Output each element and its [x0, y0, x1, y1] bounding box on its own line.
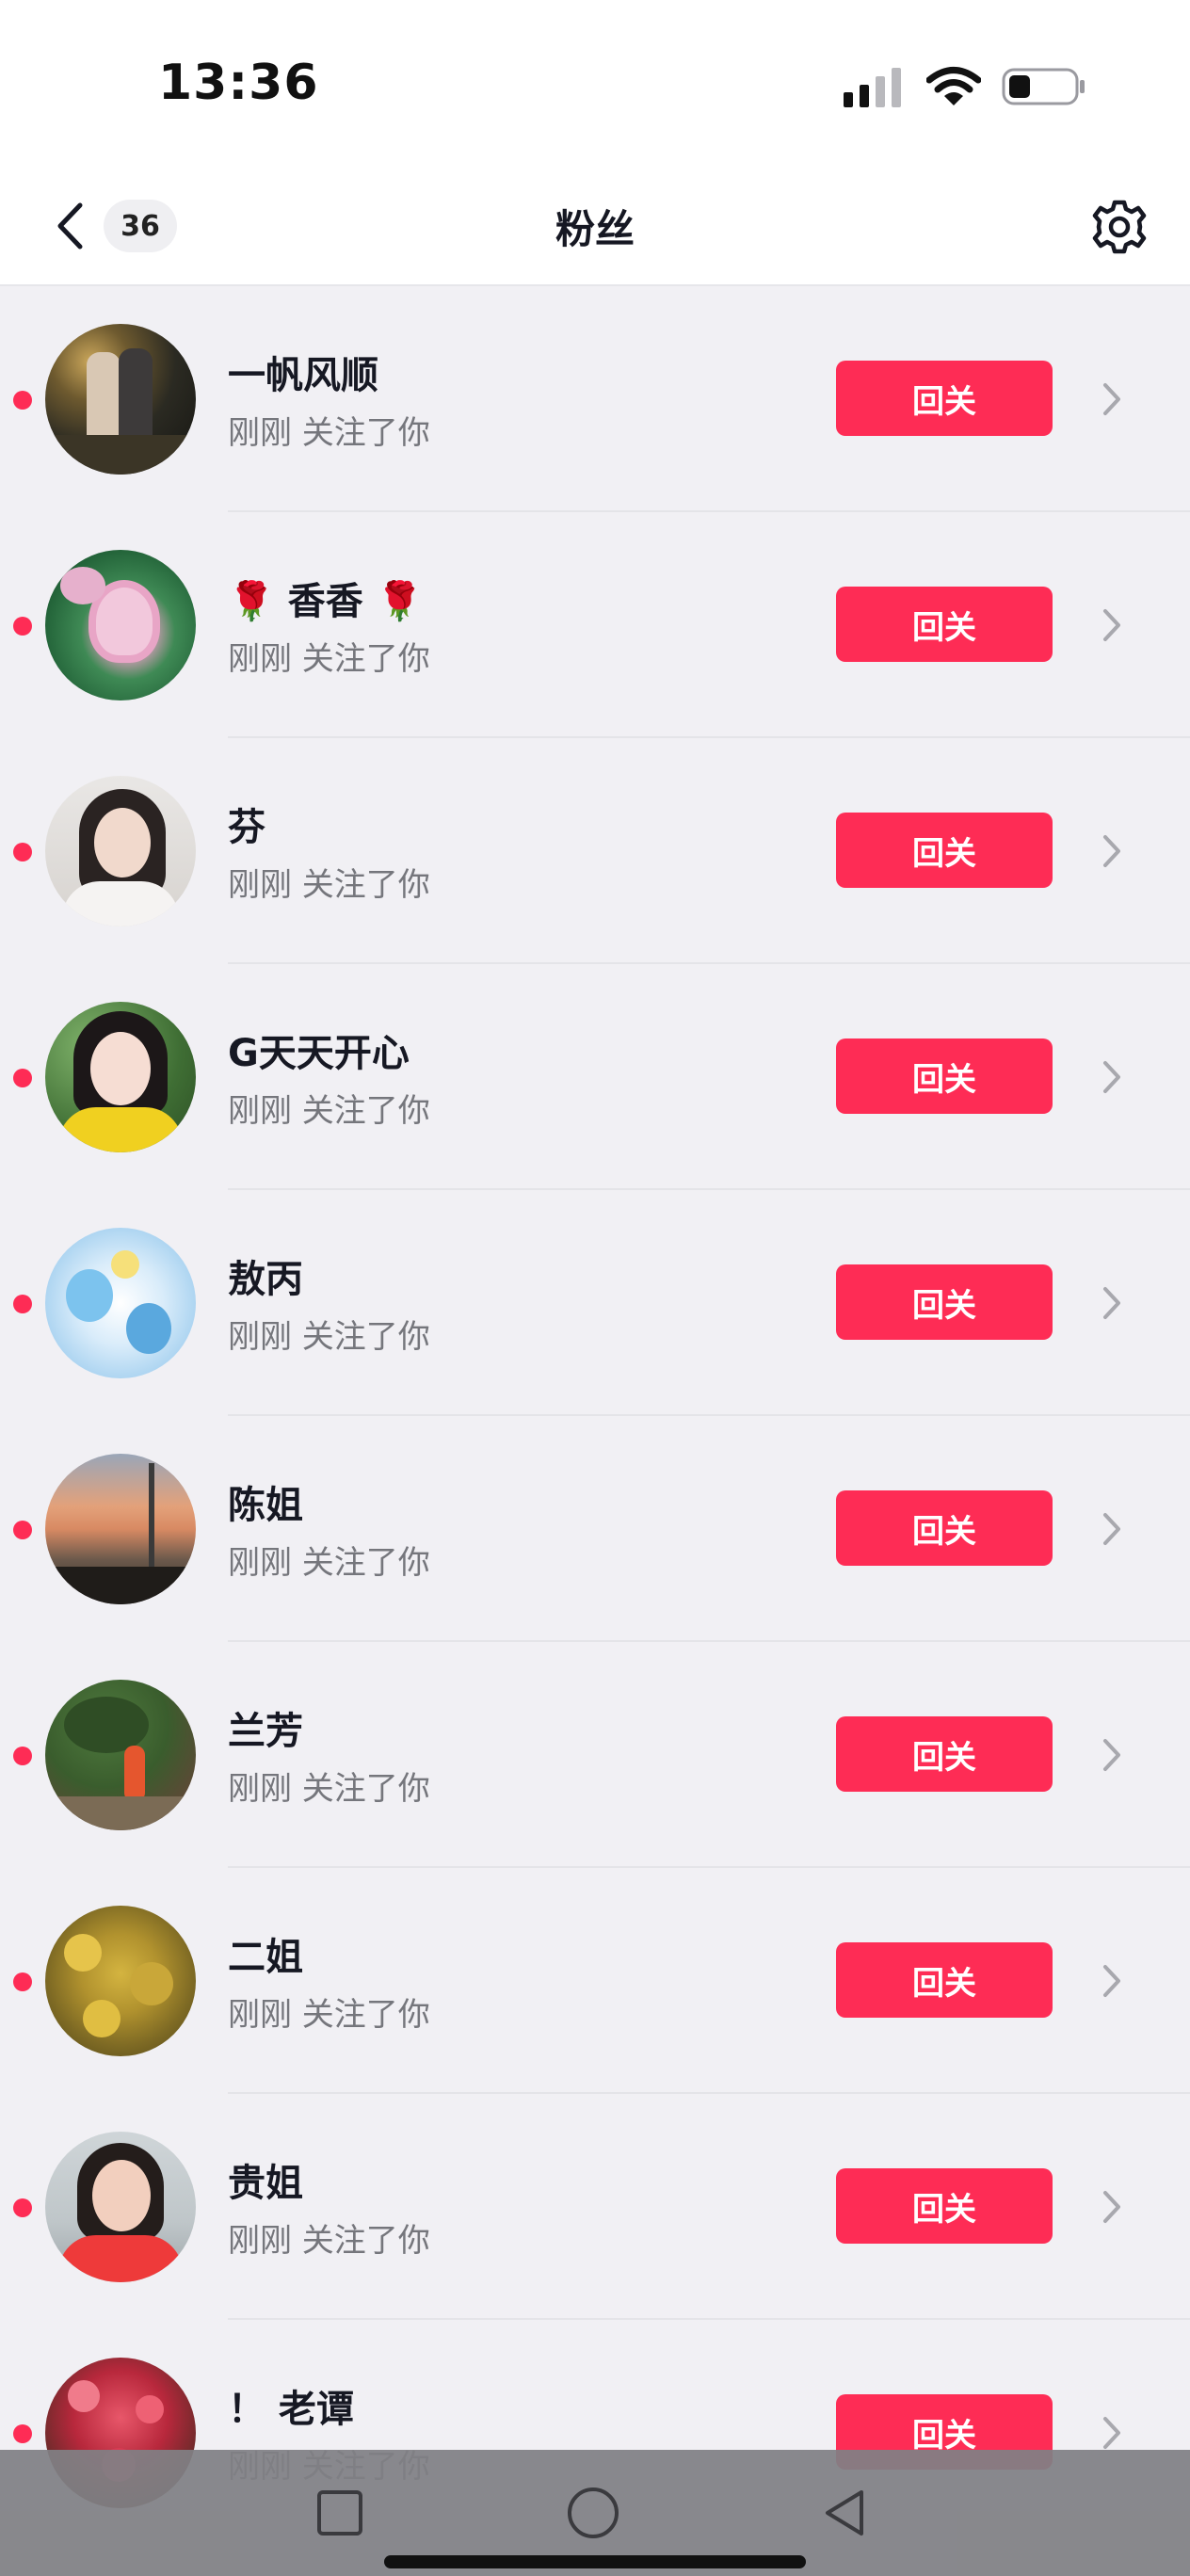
unread-dot — [13, 391, 32, 410]
follower-name: 🌹 香香 🌹 — [228, 571, 424, 625]
status-bar: 13:36 — [0, 0, 1190, 169]
home-button[interactable] — [562, 2482, 624, 2544]
back-triangle-icon — [826, 2490, 863, 2536]
follow-time: 刚刚 关注了你 — [228, 866, 430, 904]
follow-back-button[interactable]: 回关 — [836, 2168, 1053, 2244]
follower-name-text: 香香 — [287, 580, 363, 623]
follow-back-button[interactable]: 回关 — [836, 1942, 1053, 2018]
follow-back-button[interactable]: 回关 — [836, 1038, 1053, 1114]
avatar[interactable] — [45, 550, 196, 700]
follower-name: G天天开心 — [228, 1032, 410, 1075]
unread-dot — [13, 2198, 32, 2217]
follow-time: 刚刚 关注了你 — [228, 1544, 430, 1582]
list-item[interactable]: 敖丙 刚刚 关注了你 回关 — [0, 1190, 1190, 1416]
list-item[interactable]: 贵姐 刚刚 关注了你 回关 — [0, 2094, 1190, 2320]
system-back-button[interactable] — [813, 2482, 876, 2544]
follower-name: 敖丙 — [228, 1258, 303, 1301]
unread-dot — [13, 617, 32, 636]
rose-emoji: 🌹 — [228, 580, 275, 623]
chevron-right-icon[interactable] — [1098, 1736, 1126, 1774]
avatar[interactable] — [45, 776, 196, 926]
unread-dot — [13, 1295, 32, 1313]
unread-dot — [13, 2424, 32, 2443]
chevron-right-icon[interactable] — [1098, 832, 1126, 870]
unread-dot — [13, 843, 32, 861]
chevron-right-icon[interactable] — [1098, 1962, 1126, 2000]
follow-time: 刚刚 关注了你 — [228, 1318, 430, 1356]
recent-apps-square-icon — [317, 2490, 362, 2536]
list-item[interactable]: G天天开心 刚刚 关注了你 回关 — [0, 964, 1190, 1190]
list-item[interactable]: 🌹 香香 🌹 刚刚 关注了你 回关 — [0, 512, 1190, 738]
list-item[interactable]: 芬 刚刚 关注了你 回关 — [0, 738, 1190, 964]
system-navigation-bar — [0, 2450, 1190, 2576]
follow-time: 刚刚 关注了你 — [228, 1092, 430, 1130]
follow-time: 刚刚 关注了你 — [228, 1770, 430, 1808]
list-item[interactable]: 一帆风顺 刚刚 关注了你 回关 — [0, 286, 1190, 512]
follower-name: 兰芳 — [228, 1710, 303, 1753]
home-indicator[interactable] — [384, 2555, 806, 2568]
cellular-signal-icon — [844, 68, 901, 107]
list-item[interactable]: 兰芳 刚刚 关注了你 回关 — [0, 1642, 1190, 1868]
avatar[interactable] — [45, 1454, 196, 1604]
follower-name: 二姐 — [228, 1936, 303, 1979]
avatar[interactable] — [45, 1680, 196, 1830]
chevron-right-icon[interactable] — [1098, 1058, 1126, 1096]
chevron-right-icon[interactable] — [1098, 380, 1126, 418]
home-circle-icon — [568, 2487, 619, 2538]
follower-name: ！ 老谭 — [228, 2388, 354, 2431]
list-item[interactable]: 二姐 刚刚 关注了你 回关 — [0, 1868, 1190, 2094]
chevron-right-icon[interactable] — [1098, 1510, 1126, 1548]
follow-back-button[interactable]: 回关 — [836, 813, 1053, 888]
follow-back-button[interactable]: 回关 — [836, 1716, 1053, 1792]
follow-time: 刚刚 关注了你 — [228, 2222, 430, 2260]
follow-back-button[interactable]: 回关 — [836, 1490, 1053, 1566]
gear-icon — [1092, 200, 1147, 254]
page-title: 粉丝 — [555, 206, 635, 252]
avatar[interactable] — [45, 1906, 196, 2056]
recent-apps-button[interactable] — [309, 2482, 371, 2544]
status-time: 13:36 — [158, 55, 319, 111]
avatar[interactable] — [45, 2132, 196, 2282]
chevron-right-icon[interactable] — [1098, 2414, 1126, 2452]
follower-name: 芬 — [228, 806, 265, 849]
follow-back-button[interactable]: 回关 — [836, 1264, 1053, 1340]
follower-name: 陈姐 — [228, 1484, 303, 1527]
avatar[interactable] — [45, 324, 196, 475]
follow-time: 刚刚 关注了你 — [228, 1996, 430, 2034]
rose-emoji: 🌹 — [376, 580, 424, 623]
chevron-right-icon[interactable] — [1098, 606, 1126, 644]
follow-back-button[interactable]: 回关 — [836, 361, 1053, 436]
unread-dot — [13, 1747, 32, 1765]
follow-time: 刚刚 关注了你 — [228, 414, 430, 452]
unread-dot — [13, 1069, 32, 1087]
follower-name: 贵姐 — [228, 2162, 303, 2205]
settings-button[interactable] — [1088, 196, 1150, 258]
list-item[interactable]: 陈姐 刚刚 关注了你 回关 — [0, 1416, 1190, 1642]
status-icons — [844, 64, 1086, 109]
follower-list: 一帆风顺 刚刚 关注了你 回关 🌹 香香 🌹 刚刚 关注了你 回关 芬 刚刚 关… — [0, 286, 1190, 2546]
unread-dot — [13, 1972, 32, 1991]
nav-bar: 36 粉丝 — [0, 169, 1190, 286]
chevron-right-icon[interactable] — [1098, 2188, 1126, 2226]
battery-icon — [1002, 68, 1085, 105]
wifi-icon — [926, 67, 981, 105]
follow-back-button[interactable]: 回关 — [836, 587, 1053, 662]
follow-time: 刚刚 关注了你 — [228, 640, 430, 678]
chevron-right-icon[interactable] — [1098, 1284, 1126, 1322]
follower-name: 一帆风顺 — [228, 354, 378, 397]
unread-dot — [13, 1521, 32, 1539]
avatar[interactable] — [45, 1002, 196, 1152]
avatar[interactable] — [45, 1228, 196, 1378]
